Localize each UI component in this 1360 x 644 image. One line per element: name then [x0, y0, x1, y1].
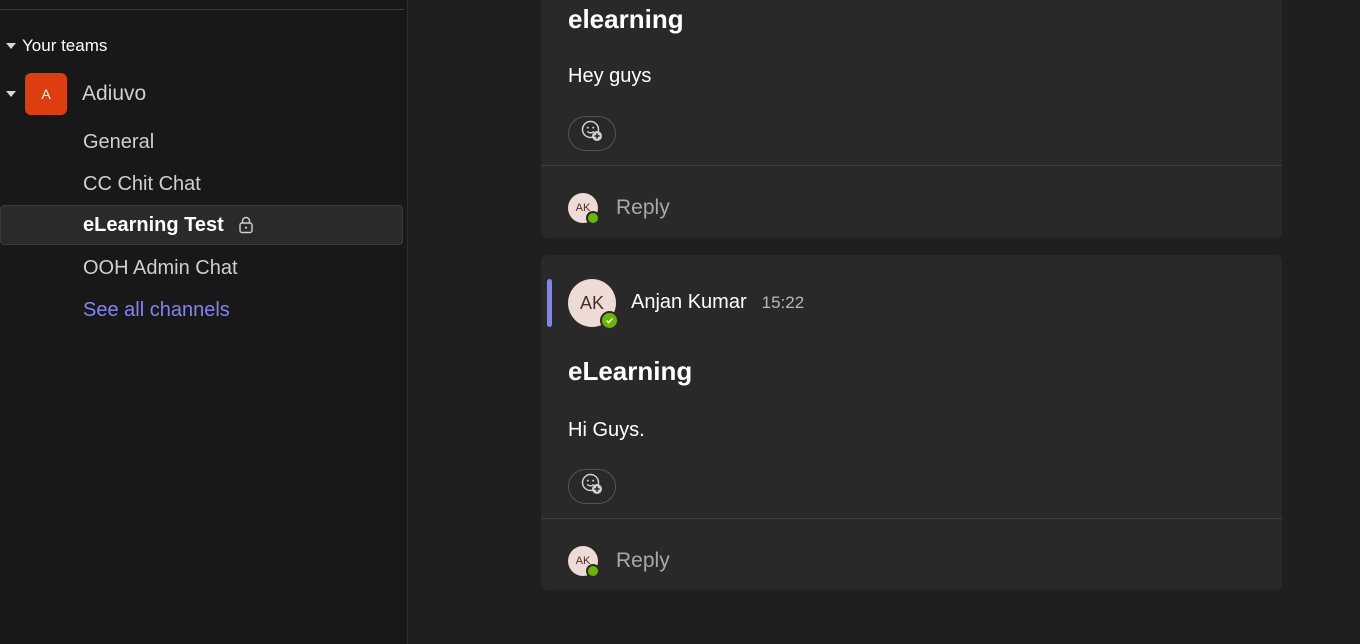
- emoji-add-icon: [580, 119, 604, 148]
- channel-label: CC Chit Chat: [83, 172, 201, 195]
- team-adiuvo[interactable]: A Adiuvo: [4, 72, 146, 116]
- add-reaction-button[interactable]: [568, 469, 616, 504]
- author-name[interactable]: Anjan Kumar: [631, 291, 747, 314]
- reply-button[interactable]: AK Reply: [568, 545, 670, 578]
- reply-button[interactable]: AK Reply: [568, 192, 670, 225]
- message-timestamp: 15:22: [761, 293, 805, 312]
- section-label: Your teams: [22, 36, 108, 55]
- author-avatar[interactable]: AK: [568, 279, 619, 330]
- reply-divider: [541, 518, 1282, 519]
- channel-general[interactable]: General: [0, 122, 403, 162]
- message-header: Anjan Kumar 15:22: [631, 291, 804, 314]
- message-card: AK Anjan Kumar 15:22 eLearning Hi Guys.: [541, 255, 1282, 590]
- channel-label: General: [83, 130, 155, 153]
- channel-label: OOH Admin Chat: [83, 256, 238, 279]
- sidebar-divider: [0, 9, 404, 10]
- emoji-add-icon: [580, 472, 604, 501]
- your-teams-header[interactable]: Your teams: [4, 34, 107, 58]
- lock-icon: [238, 216, 254, 234]
- message-subject: eLearning: [568, 356, 693, 386]
- channel-elearning-test[interactable]: eLearning Test: [0, 205, 403, 245]
- see-all-label: See all channels: [83, 298, 230, 321]
- message-card: elearning Hey guys AK Reply: [541, 0, 1282, 238]
- add-reaction-button[interactable]: [568, 116, 616, 151]
- chevron-down-icon: [6, 91, 16, 97]
- see-all-channels-link[interactable]: See all channels: [0, 290, 403, 330]
- message-subject: elearning: [568, 4, 684, 34]
- avatar: AK: [568, 193, 600, 225]
- presence-available-icon: [586, 564, 600, 578]
- message-body: Hi Guys.: [568, 419, 645, 441]
- message-accent-bar: [547, 279, 552, 327]
- reply-divider: [541, 165, 1282, 166]
- channel-label: eLearning Test: [83, 213, 224, 236]
- channel-sidebar: Your teams A Adiuvo General CC Chit Chat…: [0, 0, 408, 644]
- channel-cc-chit-chat[interactable]: CC Chit Chat: [0, 164, 403, 204]
- presence-available-icon: [586, 211, 600, 225]
- channel-ooh-admin-chat[interactable]: OOH Admin Chat: [0, 248, 403, 288]
- teams-window: Your teams A Adiuvo General CC Chit Chat…: [0, 0, 1360, 644]
- team-avatar: A: [25, 73, 67, 115]
- chevron-down-icon: [6, 43, 16, 49]
- team-name: Adiuvo: [82, 82, 147, 105]
- reply-label: Reply: [616, 549, 670, 572]
- message-body: Hey guys: [568, 65, 652, 87]
- presence-available-icon: [600, 311, 619, 330]
- reply-label: Reply: [616, 196, 670, 219]
- avatar: AK: [568, 546, 600, 578]
- avatar-initials: AK: [579, 292, 604, 313]
